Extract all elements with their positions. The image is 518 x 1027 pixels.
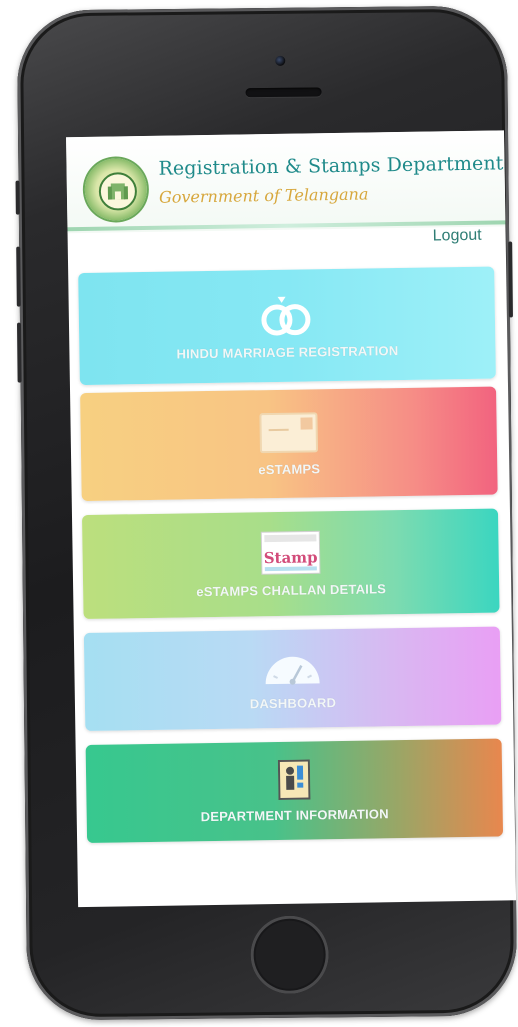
volume-down-button (16, 322, 22, 383)
rings-icon (261, 296, 311, 335)
front-camera (275, 55, 286, 66)
volume-up-button (16, 246, 21, 307)
emblem-center (98, 172, 138, 211)
government-subtitle: Government of Telangana (158, 184, 369, 207)
home-button[interactable] (250, 915, 330, 995)
phone-frame: Registration & Stamps Department Governm… (15, 5, 518, 1021)
tile-label: HINDU MARRIAGE REGISTRATION (176, 342, 399, 362)
tile-label: DEPARTMENT INFORMATION (200, 805, 389, 824)
tile-label: eSTAMPS CHALLAN DETAILS (196, 580, 387, 599)
stamp-icon-text: Stamp (264, 548, 318, 567)
power-button (508, 241, 513, 318)
estamps-button[interactable]: eSTAMPS (80, 386, 498, 502)
silent-switch (15, 180, 20, 215)
logout-link[interactable]: Logout (433, 227, 482, 246)
telangana-emblem-logo (84, 157, 148, 221)
department-title: Registration & Stamps Department (158, 152, 504, 180)
tile-label: DASHBOARD (249, 694, 337, 711)
department-information-button[interactable]: DEPARTMENT INFORMATION (85, 738, 504, 843)
app-header: Registration & Stamps Department Governm… (66, 130, 506, 234)
dashboard-button[interactable]: DASHBOARD (83, 626, 502, 732)
earpiece-speaker (245, 87, 322, 98)
speedometer-icon (265, 656, 320, 685)
challan-stamp-icon: Stamp (260, 530, 321, 575)
estamps-challan-details-button[interactable]: Stamp eSTAMPS CHALLAN DETAILS (81, 508, 500, 620)
envelope-icon (259, 411, 318, 453)
info-person-icon (277, 758, 311, 800)
tile-label: eSTAMPS (258, 460, 321, 477)
app-screen: Registration & Stamps Department Governm… (66, 130, 517, 908)
hindu-marriage-registration-button[interactable]: HINDU MARRIAGE REGISTRATION (78, 266, 496, 386)
emblem-tower-icon (107, 183, 129, 200)
